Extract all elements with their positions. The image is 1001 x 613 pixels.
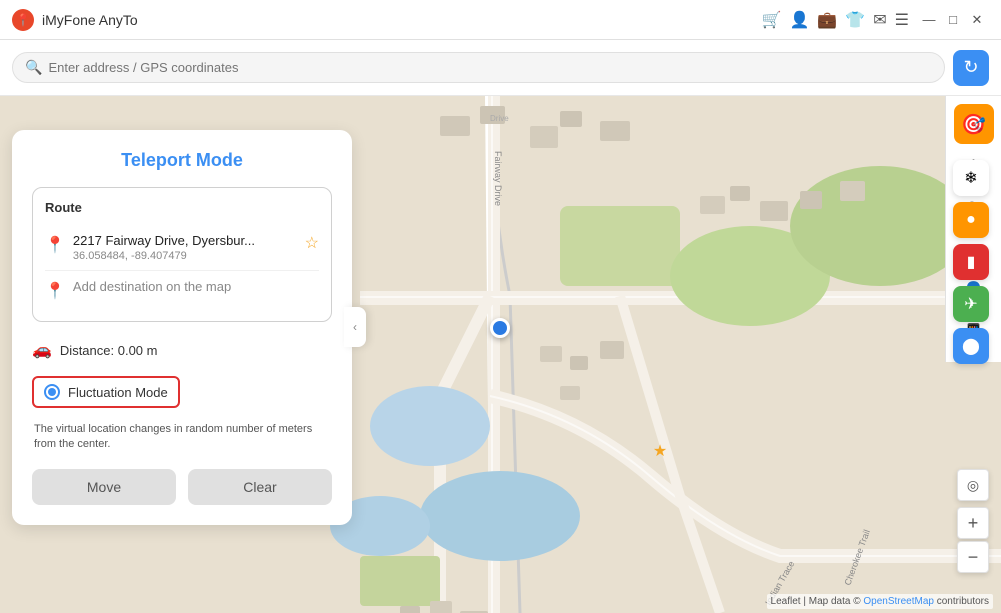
panel-title: Teleport Mode bbox=[32, 150, 332, 171]
mail-icon[interactable]: ✉ bbox=[873, 10, 886, 30]
route-coords: 36.058484, -89.407479 bbox=[73, 250, 297, 262]
action-buttons: Move Clear bbox=[32, 469, 332, 505]
route-box: Route 📍 2217 Fairway Drive, Dyersbur... … bbox=[32, 187, 332, 322]
svg-text:Drive: Drive bbox=[490, 114, 509, 123]
destination-marker: ★ bbox=[653, 441, 667, 461]
distance-text: Distance: 0.00 m bbox=[60, 343, 158, 358]
close-button[interactable]: ✕ bbox=[965, 8, 989, 32]
location-icon: 📍 bbox=[45, 235, 65, 255]
refresh-icon: ↻ bbox=[963, 57, 978, 78]
fluctuation-label: Fluctuation Mode bbox=[68, 385, 168, 400]
orange-button[interactable]: ● bbox=[953, 202, 989, 238]
map-attribution: Leaflet | Map data © OpenStreetMap contr… bbox=[767, 594, 993, 609]
add-location-icon: 📍 bbox=[45, 281, 65, 301]
distance-row: 🚗 Distance: 0.00 m bbox=[32, 336, 332, 364]
user-icon[interactable]: 👤 bbox=[789, 10, 809, 30]
contributors-label: contributors bbox=[937, 596, 989, 607]
route-label: Route bbox=[45, 200, 319, 215]
red-button[interactable]: ▮ bbox=[953, 244, 989, 280]
distance-icon: 🚗 bbox=[32, 340, 52, 360]
app-title: iMyFone AnyTo bbox=[42, 12, 762, 28]
search-input-wrap: 🔍 bbox=[12, 52, 945, 83]
menu-icon[interactable]: ☰ bbox=[895, 10, 909, 30]
app-logo bbox=[12, 9, 34, 31]
osm-label: OpenStreetMap bbox=[863, 596, 934, 607]
locate-button[interactable]: ◎ bbox=[957, 469, 989, 501]
side-panel: Teleport Mode Route 📍 2217 Fairway Drive… bbox=[12, 130, 352, 525]
fluctuation-mode-row[interactable]: Fluctuation Mode bbox=[32, 376, 180, 408]
minimize-button[interactable]: — bbox=[917, 8, 941, 32]
collapse-arrow[interactable]: ‹ bbox=[344, 307, 366, 347]
toggle-button[interactable]: ⬤ bbox=[953, 328, 989, 364]
leaflet-label: Leaflet bbox=[771, 596, 801, 607]
zoom-controls: ◎ + − bbox=[957, 469, 989, 573]
fluctuation-description: The virtual location changes in random n… bbox=[32, 422, 332, 453]
svg-text:Fairway Drive: Fairway Drive bbox=[493, 151, 503, 206]
move-button[interactable]: Move bbox=[32, 469, 176, 505]
titlebar: iMyFone AnyTo 🛒 👤 💼 👕 ✉ ☰ — □ ✕ bbox=[0, 0, 1001, 40]
radio-selected-indicator bbox=[48, 388, 56, 396]
route-destination-text: 2217 Fairway Drive, Dyersbur... 36.05848… bbox=[73, 233, 297, 262]
attribution-separator: | Map data © bbox=[803, 596, 863, 607]
zoom-in-button[interactable]: + bbox=[957, 507, 989, 539]
zoom-out-button[interactable]: − bbox=[957, 541, 989, 573]
right-float-panel: ❄ ● ▮ ✈ ⬤ bbox=[953, 160, 989, 364]
teleport-mode-button[interactable]: 🎯 bbox=[954, 104, 994, 144]
briefcase-icon[interactable]: 💼 bbox=[817, 10, 837, 30]
searchbar: 🔍 ↻ bbox=[0, 40, 1001, 96]
plane-button[interactable]: ✈ bbox=[953, 286, 989, 322]
current-location-marker bbox=[490, 318, 510, 338]
title-icons: 🛒 👤 💼 👕 ✉ ☰ bbox=[762, 10, 909, 30]
route-destination-item: 📍 2217 Fairway Drive, Dyersbur... 36.058… bbox=[45, 225, 319, 270]
clear-button[interactable]: Clear bbox=[188, 469, 332, 505]
refresh-button[interactable]: ↻ bbox=[953, 50, 989, 86]
search-input[interactable] bbox=[48, 60, 932, 75]
freeze-button[interactable]: ❄ bbox=[953, 160, 989, 196]
fluctuation-radio[interactable] bbox=[44, 384, 60, 400]
favorite-star-icon[interactable]: ☆ bbox=[305, 233, 319, 253]
cart-icon[interactable]: 🛒 bbox=[762, 10, 782, 30]
route-address: 2217 Fairway Drive, Dyersbur... bbox=[73, 233, 297, 248]
shirt-icon[interactable]: 👕 bbox=[845, 10, 865, 30]
maximize-button[interactable]: □ bbox=[941, 8, 965, 32]
add-destination-item[interactable]: 📍 Add destination on the map bbox=[45, 270, 319, 309]
search-icon: 🔍 bbox=[25, 59, 42, 76]
add-destination-text: Add destination on the map bbox=[73, 279, 231, 294]
